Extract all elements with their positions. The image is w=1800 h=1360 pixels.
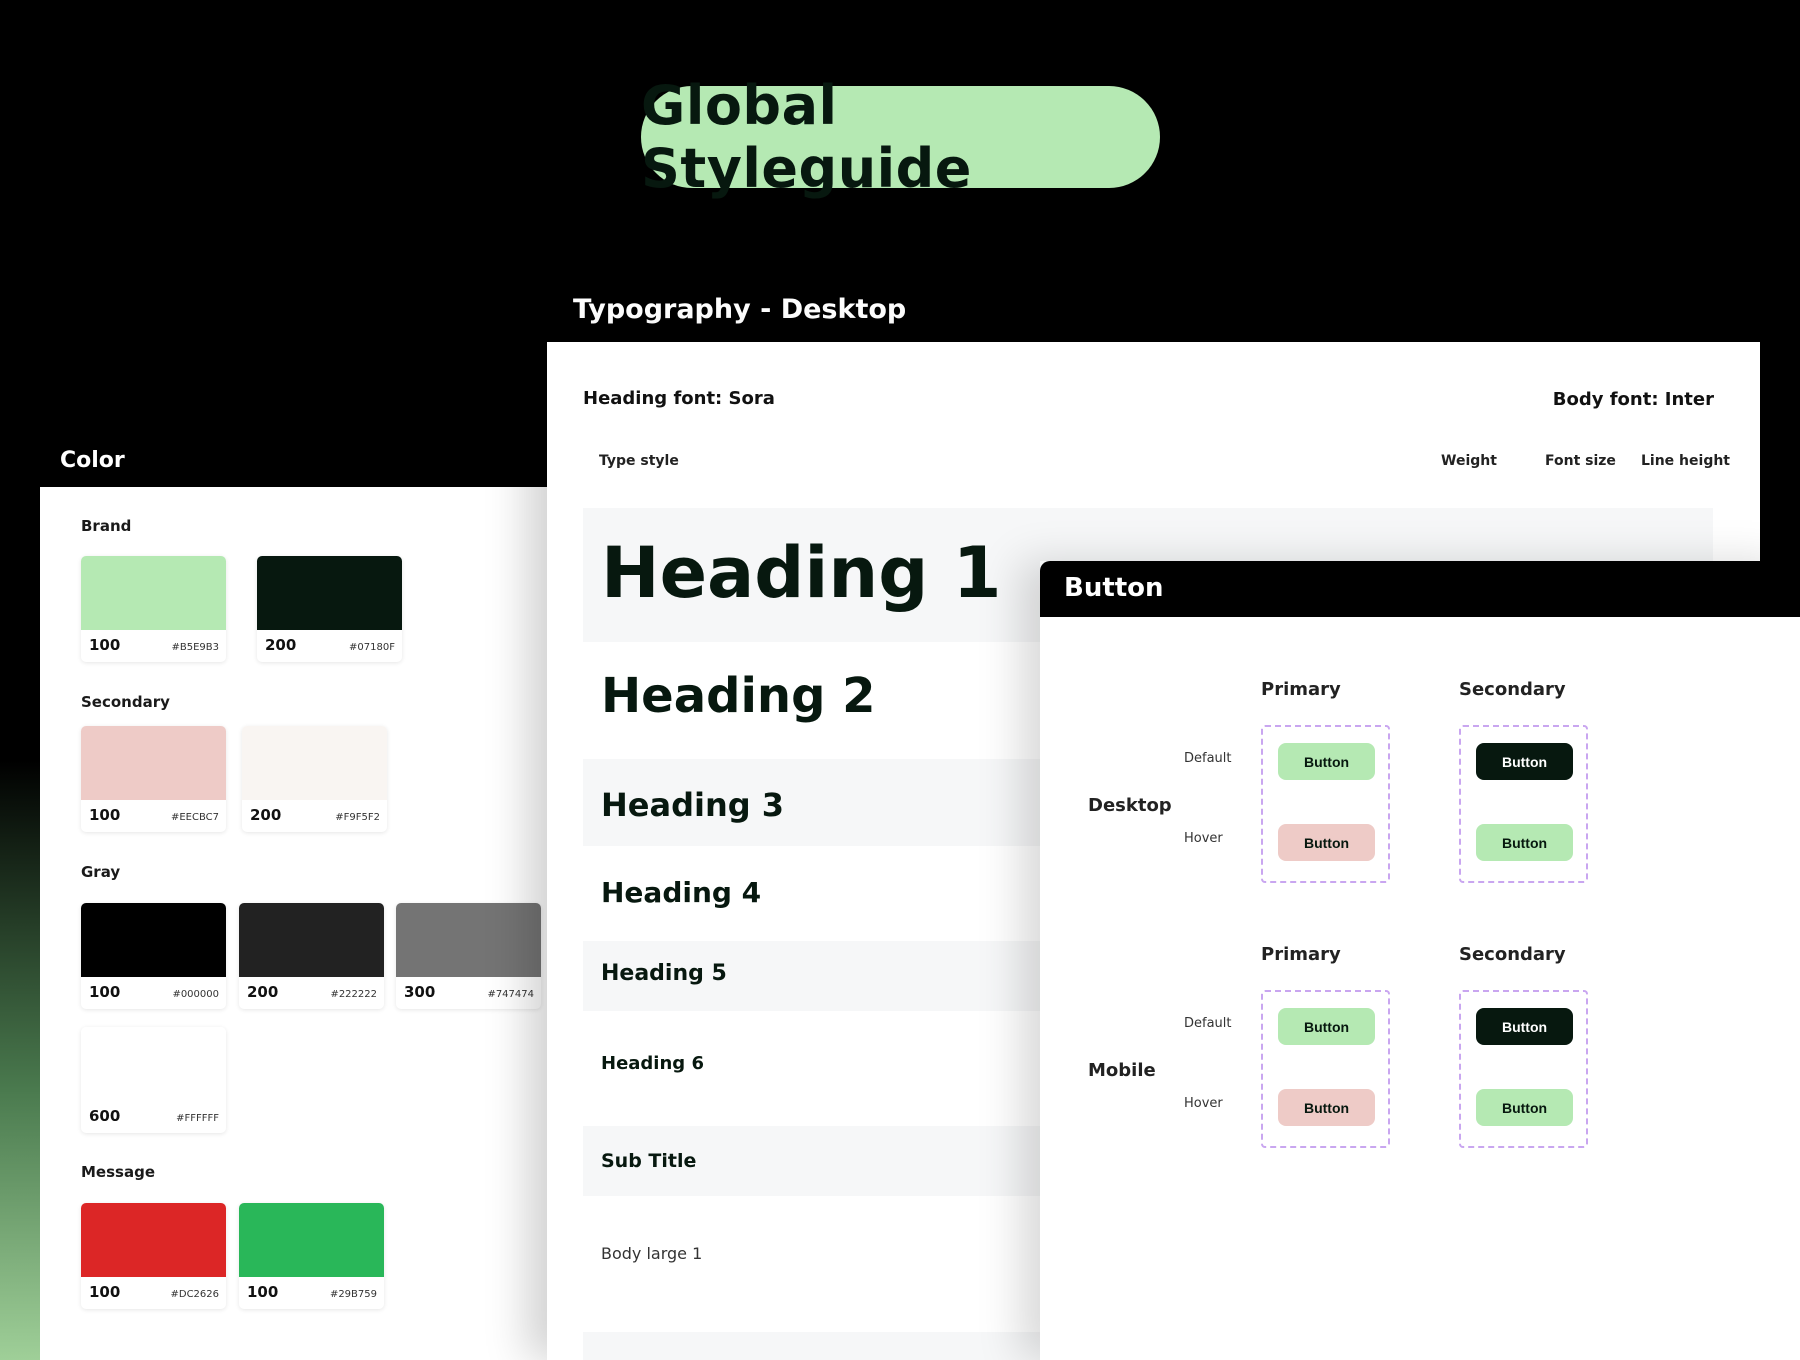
primary-button-default[interactable]: Button (1278, 1008, 1375, 1045)
swatch-hex: #B5E9B3 (171, 642, 219, 653)
swatch-hex: #FFFFFF (176, 1113, 219, 1124)
swatch-hex: #EECBC7 (170, 812, 219, 823)
primary-button-hover[interactable]: Button (1278, 824, 1375, 861)
swatch-message-success[interactable]: 100 #29B759 (239, 1203, 384, 1309)
swatch-chip (81, 1027, 226, 1101)
secondary-buttons-desktop: Button Button (1459, 725, 1588, 883)
swatch-number: 300 (404, 983, 436, 1001)
col-weight: Weight (1441, 453, 1497, 469)
color-panel-title: Color (60, 448, 125, 473)
swatch-number: 200 (265, 636, 297, 654)
col-primary-desktop: Primary (1261, 679, 1341, 700)
swatch-hex: #DC2626 (170, 1289, 219, 1300)
typography-panel-title: Typography - Desktop (573, 294, 907, 325)
group-label-gray: Gray (81, 863, 121, 881)
swatch-hex: #F9F5F2 (335, 812, 380, 823)
swatch-secondary-200[interactable]: 200 #F9F5F2 (242, 726, 387, 832)
col-secondary-desktop: Secondary (1459, 679, 1566, 700)
swatch-number: 100 (89, 1283, 121, 1301)
group-label-message: Message (81, 1163, 155, 1181)
swatch-gray-300[interactable]: 300 #747474 (396, 903, 541, 1009)
heading-font-label: Heading font: Sora (583, 388, 775, 409)
secondary-button-hover[interactable]: Button (1476, 1089, 1573, 1126)
state-default-mobile: Default (1184, 1016, 1232, 1031)
swatch-chip (239, 1203, 384, 1277)
swatch-brand-100[interactable]: 100 #B5E9B3 (81, 556, 226, 662)
swatch-chip (239, 903, 384, 977)
swatch-message-error[interactable]: 100 #DC2626 (81, 1203, 226, 1309)
swatch-gray-600[interactable]: 600 #FFFFFF (81, 1027, 226, 1133)
swatch-hex: #222222 (330, 989, 377, 1000)
swatch-hex: #000000 (172, 989, 219, 1000)
secondary-button-default[interactable]: Button (1476, 743, 1573, 780)
swatch-chip (242, 726, 387, 800)
col-primary-mobile: Primary (1261, 944, 1341, 965)
swatch-chip (257, 556, 402, 630)
swatch-chip (81, 903, 226, 977)
group-label-brand: Brand (81, 517, 132, 535)
primary-buttons-mobile: Button Button (1261, 990, 1390, 1148)
swatch-gray-100[interactable]: 100 #000000 (81, 903, 226, 1009)
state-default-desktop: Default (1184, 751, 1232, 766)
color-panel: Color Brand 100 #B5E9B3 200 #07180F Seco… (40, 440, 550, 1360)
swatch-gray-200[interactable]: 200 #222222 (239, 903, 384, 1009)
swatch-hex: #07180F (349, 642, 395, 653)
row-mobile: Mobile (1088, 1060, 1156, 1081)
swatch-hex: #29B759 (329, 1289, 377, 1300)
button-panel-body: Primary Secondary Desktop Default Hover … (1040, 617, 1800, 1360)
type-sample: Heading 1 (601, 532, 1002, 614)
swatch-secondary-100[interactable]: 100 #EECBC7 (81, 726, 226, 832)
secondary-button-default[interactable]: Button (1476, 1008, 1573, 1045)
type-sample: Heading 2 (601, 668, 876, 724)
swatch-number: 100 (89, 806, 121, 824)
swatch-chip (81, 556, 226, 630)
swatch-number: 100 (89, 636, 121, 654)
swatch-hex: #747474 (487, 989, 534, 1000)
color-panel-body: Brand 100 #B5E9B3 200 #07180F Secondary … (40, 487, 550, 1360)
type-sample: Heading 4 (601, 876, 762, 909)
col-font-size: Font size (1545, 453, 1616, 469)
swatch-chip (81, 726, 226, 800)
row-desktop: Desktop (1088, 795, 1172, 816)
swatch-chip (396, 903, 541, 977)
button-panel: Button Primary Secondary Desktop Default… (1040, 561, 1800, 1360)
state-hover-desktop: Hover (1184, 831, 1223, 846)
swatch-number: 100 (89, 983, 121, 1001)
primary-button-default[interactable]: Button (1278, 743, 1375, 780)
group-label-secondary: Secondary (81, 693, 170, 711)
type-sample: Heading 5 (601, 961, 727, 986)
type-sample: Sub Title (601, 1150, 697, 1172)
type-sample: Heading 3 (601, 786, 785, 824)
body-font-label: Body font: Inter (1552, 389, 1714, 410)
swatch-number: 200 (247, 983, 279, 1001)
state-hover-mobile: Hover (1184, 1096, 1223, 1111)
col-secondary-mobile: Secondary (1459, 944, 1566, 965)
button-panel-title: Button (1064, 573, 1164, 603)
secondary-button-hover[interactable]: Button (1476, 824, 1573, 861)
primary-button-hover[interactable]: Button (1278, 1089, 1375, 1126)
swatch-chip (81, 1203, 226, 1277)
swatch-number: 100 (247, 1283, 279, 1301)
secondary-buttons-mobile: Button Button (1459, 990, 1588, 1148)
swatch-brand-200[interactable]: 200 #07180F (257, 556, 402, 662)
type-sample: Heading 6 (601, 1053, 704, 1074)
primary-buttons-desktop: Button Button (1261, 725, 1390, 883)
swatch-number: 200 (250, 806, 282, 824)
col-line-height: Line height (1641, 453, 1730, 469)
type-sample: Body large 1 (601, 1244, 703, 1263)
swatch-number: 600 (89, 1107, 121, 1125)
page-title: Global Styleguide (641, 74, 1160, 200)
col-type-style: Type style (599, 453, 679, 469)
